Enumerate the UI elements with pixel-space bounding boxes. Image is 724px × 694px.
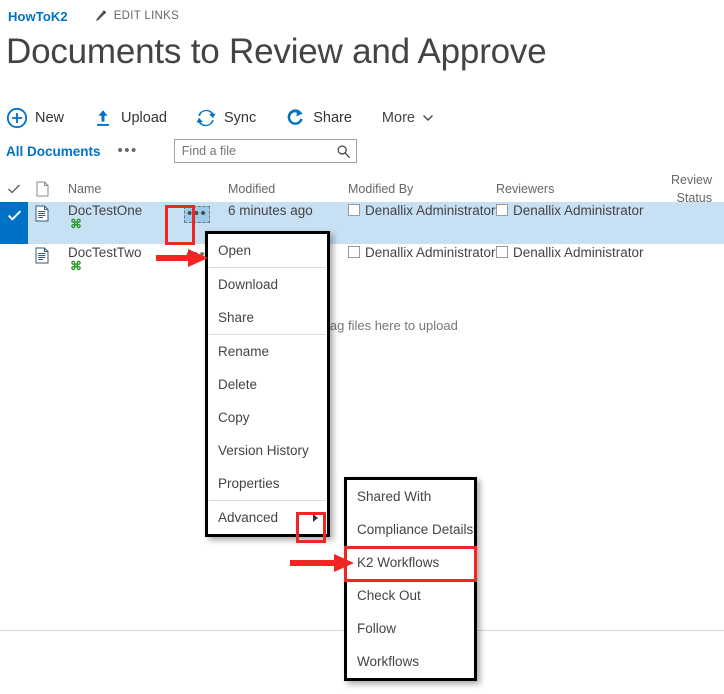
view-selector-all-documents[interactable]: All Documents	[6, 144, 101, 159]
menu-item-version-history[interactable]: Version History	[208, 434, 327, 467]
search-icon[interactable]	[336, 144, 351, 159]
menu-item-delete[interactable]: Delete	[208, 368, 327, 401]
menu-item-open[interactable]: Open	[208, 234, 327, 267]
share-icon	[287, 109, 304, 125]
search-input[interactable]	[174, 140, 356, 162]
menu-item-share[interactable]: Share	[208, 301, 327, 334]
file-name-link[interactable]: DocTestTwo	[68, 244, 184, 261]
table-row[interactable]: DocTestOne ⌘ ••• 6 minutes ago Denallix …	[0, 202, 724, 244]
view-row: All Documents •••	[6, 138, 357, 164]
menu-item-download[interactable]: Download	[208, 268, 327, 301]
submenu-arrow-icon	[313, 513, 318, 522]
file-name-link[interactable]: DocTestOne	[68, 202, 184, 219]
context-menu: Open Download Share Rename Delete Copy V…	[205, 231, 330, 537]
submenu-item-compliance-details[interactable]: Compliance Details	[347, 513, 474, 546]
file-type-icon-cell	[28, 202, 56, 222]
search-box	[173, 139, 357, 163]
list-header-row: Name Modified Modified By Reviewers Revi…	[0, 173, 724, 205]
table-row[interactable]: DocTestTwo ⌘ ••• Denallix Administrator …	[0, 244, 724, 286]
modified-column-header[interactable]: Modified	[228, 182, 275, 196]
advanced-submenu: Shared With Compliance Details K2 Workfl…	[344, 477, 477, 681]
menu-item-rename[interactable]: Rename	[208, 335, 327, 368]
upload-arrow-icon	[97, 110, 109, 126]
row-select-checkbox[interactable]	[0, 244, 28, 286]
menu-item-copy[interactable]: Copy	[208, 401, 327, 434]
sync-icon	[196, 109, 216, 127]
pencil-icon	[95, 10, 106, 21]
name-column-header[interactable]: Name	[68, 182, 101, 196]
type-column-header[interactable]	[28, 181, 56, 197]
select-all-header[interactable]	[0, 176, 28, 202]
reviewers-value: Denallix Administrator	[513, 203, 644, 218]
submenu-item-follow[interactable]: Follow	[347, 612, 474, 645]
view-more-ellipsis[interactable]: •••	[118, 143, 138, 158]
file-type-icon-cell	[28, 244, 56, 264]
upload-button-label: Upload	[121, 110, 167, 126]
reviewers-value: Denallix Administrator	[513, 245, 644, 260]
menu-item-advanced-label: Advanced	[218, 510, 279, 525]
more-button[interactable]: More	[382, 110, 434, 126]
site-link[interactable]: HowToK2	[8, 9, 68, 24]
modified-by-value: Denallix Administrator	[365, 203, 496, 218]
edit-links-button[interactable]: EDIT LINKS	[94, 9, 179, 23]
upload-button[interactable]: Upload	[92, 107, 167, 129]
reviewer-presence-box[interactable]	[496, 246, 508, 258]
check-icon	[7, 184, 21, 194]
row-select-checkbox[interactable]	[0, 202, 28, 244]
sync-button-label: Sync	[223, 110, 257, 126]
modified-value: 6 minutes ago	[228, 203, 313, 218]
document-icon	[35, 247, 49, 264]
share-button[interactable]: Share	[284, 107, 352, 129]
edit-links-label: EDIT LINKS	[113, 10, 180, 22]
submenu-item-workflows[interactable]: Workflows	[347, 645, 474, 678]
more-button-label: More	[381, 110, 415, 126]
modified-by-value: Denallix Administrator	[365, 245, 496, 260]
drag-files-hint: Drag files here to upload	[316, 318, 458, 333]
new-button[interactable]: New	[6, 107, 64, 129]
share-button-label: Share	[313, 110, 352, 126]
page-title: Documents to Review and Approve	[6, 32, 547, 71]
document-type-icon	[36, 181, 48, 197]
reviewers-column-header[interactable]: Reviewers	[496, 182, 554, 196]
new-button-label: New	[35, 110, 65, 126]
modified-by-presence-box[interactable]	[348, 204, 360, 216]
submenu-item-shared-with[interactable]: Shared With	[347, 480, 474, 513]
modified-by-presence-box[interactable]	[348, 246, 360, 258]
submenu-item-check-out[interactable]: Check Out	[347, 579, 474, 612]
top-link-bar: HowToK2 EDIT LINKS	[0, 0, 724, 32]
sync-button[interactable]: Sync	[195, 107, 256, 129]
plus-circle-icon	[6, 107, 28, 129]
menu-item-advanced[interactable]: Advanced	[208, 501, 327, 534]
modified-by-column-header[interactable]: Modified By	[348, 182, 413, 196]
reviewer-presence-box[interactable]	[496, 204, 508, 216]
new-item-badge: ⌘	[70, 217, 82, 231]
row-ellipsis-button[interactable]: •••	[184, 206, 211, 223]
submenu-item-k2-workflows[interactable]: K2 Workflows	[347, 546, 474, 579]
document-list: Name Modified Modified By Reviewers Revi…	[0, 173, 724, 286]
check-icon	[7, 210, 21, 221]
command-bar: New Upload Sync Share More	[6, 100, 434, 136]
menu-item-properties[interactable]: Properties	[208, 467, 327, 500]
review-status-column-header[interactable]: Review Status	[671, 173, 712, 205]
new-item-badge: ⌘	[70, 259, 82, 273]
document-icon	[35, 205, 49, 222]
chevron-down-icon	[422, 115, 433, 121]
